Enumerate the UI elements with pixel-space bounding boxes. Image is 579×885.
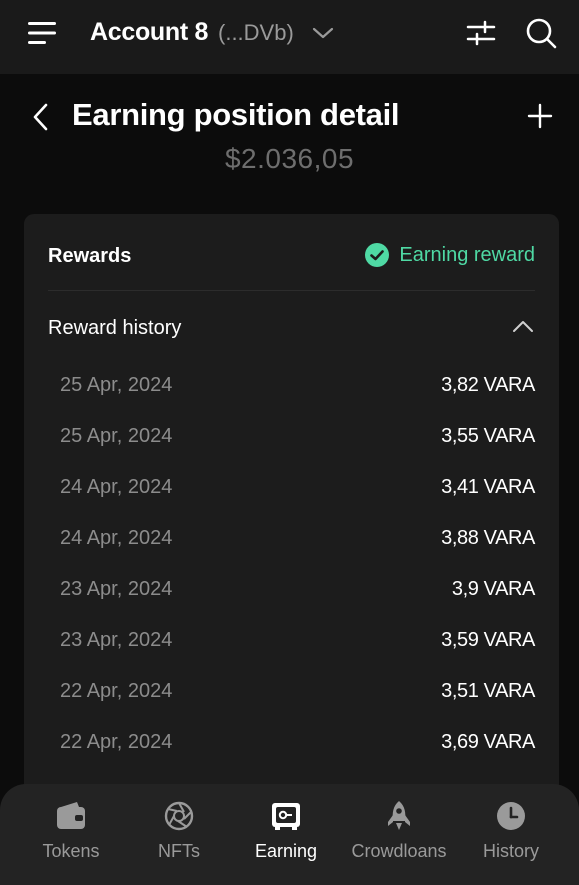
wallet-icon	[57, 802, 85, 829]
back-arrow-icon[interactable]	[30, 102, 52, 132]
nav-item-history[interactable]: History	[454, 784, 568, 885]
position-balance: $2.036,05	[224, 143, 355, 174]
rocket-icon	[388, 801, 410, 830]
nav-item-crowdloans[interactable]: Crowdloans	[342, 784, 456, 885]
history-row: 23 Apr, 2024 3,59 VARA	[24, 615, 559, 666]
nav-label: Tokens	[42, 841, 100, 861]
earning-status-badge: Earning reward	[365, 243, 535, 267]
history-row: 24 Apr, 2024 3,88 VARA	[24, 513, 559, 564]
nav-label: Earning	[254, 841, 318, 861]
history-amount: 3,41 VARA	[441, 476, 535, 498]
sliders-icon[interactable]	[465, 18, 497, 48]
history-amount: 3,59 VARA	[441, 629, 535, 651]
history-date: 25 Apr, 2024	[60, 425, 173, 447]
app-root: Account 8 (...DVb) Earning position deta…	[0, 0, 579, 885]
rewards-card: Rewards Earning reward Reward history 25…	[24, 214, 559, 814]
page-title: Earning position detail	[72, 97, 400, 132]
history-amount: 3,51 VARA	[441, 680, 535, 702]
history-date: 23 Apr, 2024	[60, 578, 173, 600]
history-row: 22 Apr, 2024 3,69 VARA	[24, 717, 559, 768]
history-row: 23 Apr, 2024 3,9 VARA	[24, 564, 559, 615]
menu-icon[interactable]	[28, 20, 58, 46]
history-date: 25 Apr, 2024	[60, 374, 173, 396]
earning-status-text: Earning reward	[399, 243, 535, 266]
history-amount: 3,69 VARA	[441, 731, 535, 753]
reward-history-label[interactable]: Reward history	[48, 317, 181, 340]
history-row: 25 Apr, 2024 3,82 VARA	[24, 360, 559, 411]
account-address[interactable]: (...DVb)	[218, 20, 294, 46]
history-date: 24 Apr, 2024	[60, 527, 173, 549]
safe-icon	[272, 803, 300, 830]
reward-history-list: 25 Apr, 2024 3,82 VARA 25 Apr, 2024 3,55…	[24, 360, 559, 768]
history-date: 23 Apr, 2024	[60, 629, 173, 651]
card-divider	[48, 290, 535, 291]
history-amount: 3,82 VARA	[441, 374, 535, 396]
history-date: 24 Apr, 2024	[60, 476, 173, 498]
history-row: 24 Apr, 2024 3,41 VARA	[24, 462, 559, 513]
nav-label: NFTs	[158, 841, 200, 861]
history-date: 22 Apr, 2024	[60, 731, 173, 753]
search-icon[interactable]	[524, 16, 558, 50]
check-circle-icon	[365, 243, 390, 267]
history-amount: 3,88 VARA	[441, 527, 535, 549]
clock-icon	[497, 802, 525, 830]
plus-icon[interactable]	[527, 103, 553, 129]
nav-item-nfts[interactable]: NFTs	[122, 784, 236, 885]
account-name[interactable]: Account 8	[90, 18, 208, 47]
nav-label: History	[482, 841, 539, 861]
nav-item-tokens[interactable]: Tokens	[14, 784, 128, 885]
history-amount: 3,55 VARA	[441, 425, 535, 447]
history-row: 25 Apr, 2024 3,55 VARA	[24, 411, 559, 462]
chevron-up-icon[interactable]	[511, 318, 535, 334]
history-row: 22 Apr, 2024 3,51 VARA	[24, 666, 559, 717]
rewards-label: Rewards	[48, 245, 132, 267]
history-amount: 3,9 VARA	[451, 578, 536, 600]
aperture-icon	[164, 801, 194, 831]
balance-container: $2.036,05	[0, 140, 579, 174]
nav-item-earning[interactable]: Earning	[229, 784, 343, 885]
bottom-nav: Tokens NFTs Earning Crowdloans History	[0, 784, 579, 885]
history-date: 22 Apr, 2024	[60, 680, 173, 702]
account-header: Account 8 (...DVb)	[0, 0, 579, 74]
nav-label: Crowdloans	[351, 841, 447, 861]
chevron-down-icon[interactable]	[311, 24, 335, 42]
